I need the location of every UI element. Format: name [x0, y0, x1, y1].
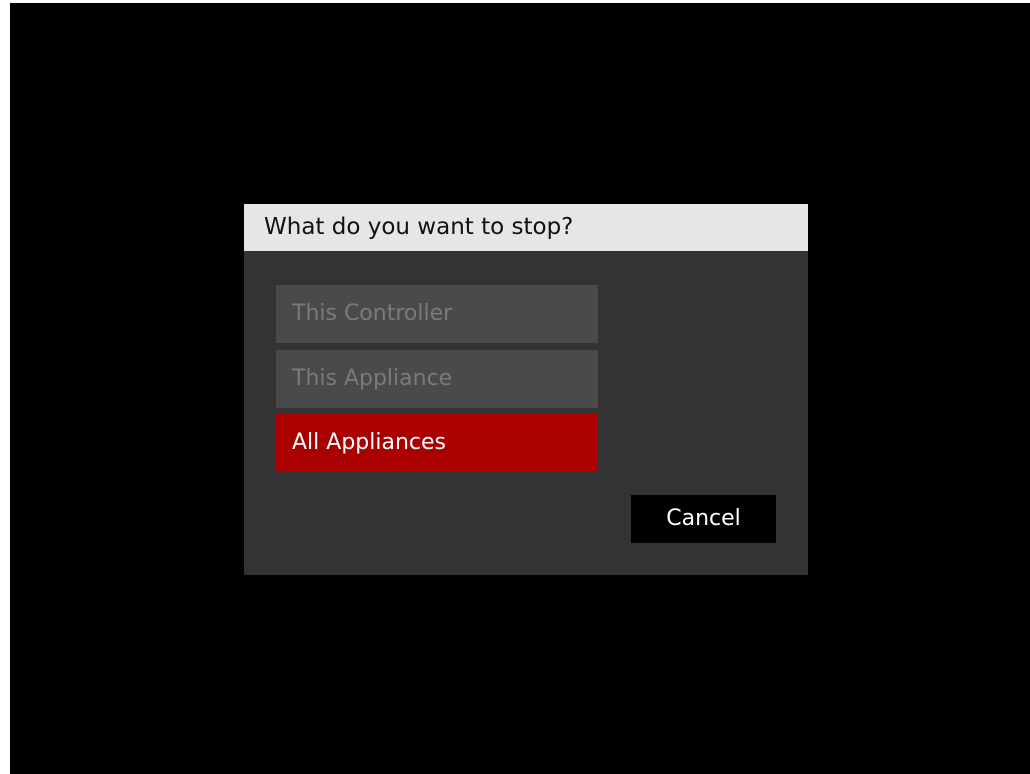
stop-dialog: What do you want to stop? This Controlle…	[244, 204, 808, 575]
option-all-appliances[interactable]: All Appliances	[276, 414, 598, 472]
option-this-controller[interactable]: This Controller	[276, 285, 598, 343]
screen: What do you want to stop? This Controlle…	[10, 3, 1030, 774]
option-this-appliance[interactable]: This Appliance	[276, 350, 598, 408]
cancel-button[interactable]: Cancel	[631, 495, 776, 543]
dialog-header: What do you want to stop?	[244, 204, 808, 251]
dialog-title: What do you want to stop?	[264, 214, 574, 240]
